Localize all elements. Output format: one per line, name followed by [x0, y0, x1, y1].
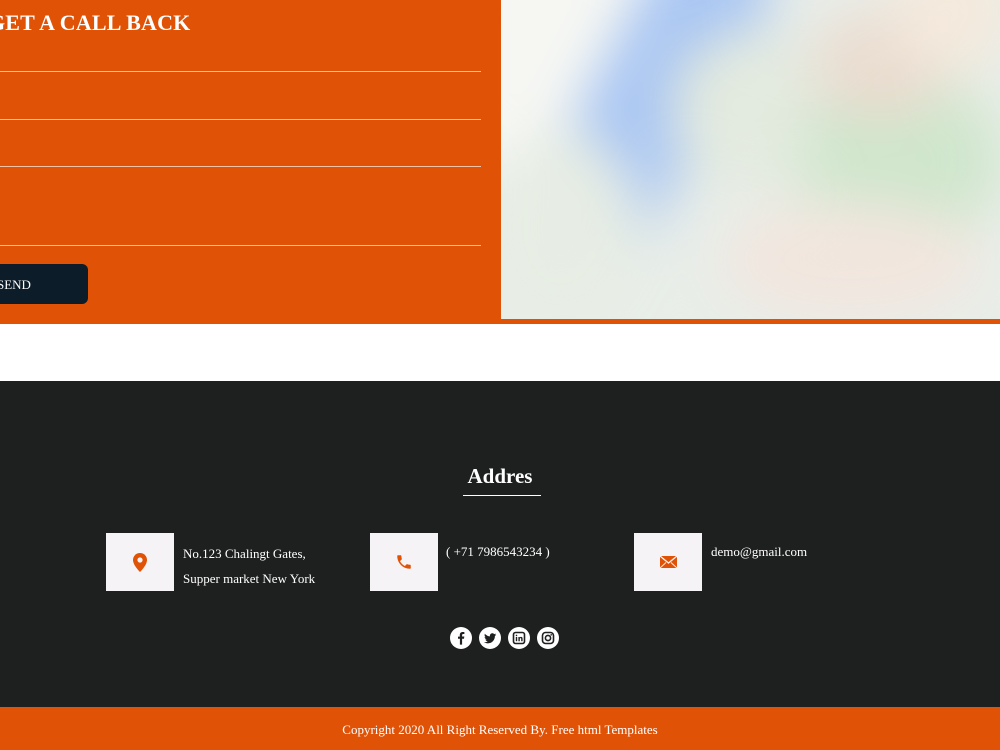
twitter-icon[interactable]	[479, 627, 501, 649]
instagram-icon[interactable]	[537, 627, 559, 649]
send-button[interactable]: SEND	[0, 264, 88, 304]
name-field[interactable]	[0, 42, 481, 72]
footer-title: Addres	[467, 464, 533, 488]
mail-icon-box	[634, 533, 702, 591]
linkedin-icon[interactable]	[508, 627, 530, 649]
address-text: No.123 Chalingt Gates, Supper market New…	[183, 541, 315, 591]
phone-icon	[397, 555, 411, 569]
map-embed[interactable]	[501, 0, 1000, 319]
address-line-2: Supper market New York	[183, 571, 316, 586]
footer-title-underline	[463, 495, 541, 496]
location-pin-icon	[133, 552, 147, 572]
address-icon-box	[106, 533, 174, 591]
copyright-text: Copyright 2020 All Right Reserved By. Fr…	[342, 722, 658, 737]
callback-form: GET A CALL BACK SEND	[0, 0, 501, 324]
phone-icon-box	[370, 533, 438, 591]
phone-number[interactable]: ( +71 7986543234 )	[446, 539, 550, 564]
map-image	[501, 0, 1000, 319]
footer: Addres No.123 Chalingt Gates, Supper mar…	[0, 381, 1000, 707]
address-line-1: No.123 Chalingt Gates,	[183, 546, 306, 561]
send-button-label: SEND	[0, 277, 31, 292]
social-links	[450, 627, 559, 649]
phone-field[interactable]	[0, 90, 481, 120]
contact-section: GET A CALL BACK SEND	[0, 0, 1000, 324]
message-field[interactable]	[0, 182, 481, 246]
email-address[interactable]: demo@gmail.com	[711, 539, 807, 564]
facebook-icon[interactable]	[450, 627, 472, 649]
mail-icon	[659, 556, 677, 568]
copyright-bar: Copyright 2020 All Right Reserved By. Fr…	[0, 707, 1000, 750]
email-field[interactable]	[0, 137, 481, 167]
callback-form-title: GET A CALL BACK	[0, 10, 191, 35]
